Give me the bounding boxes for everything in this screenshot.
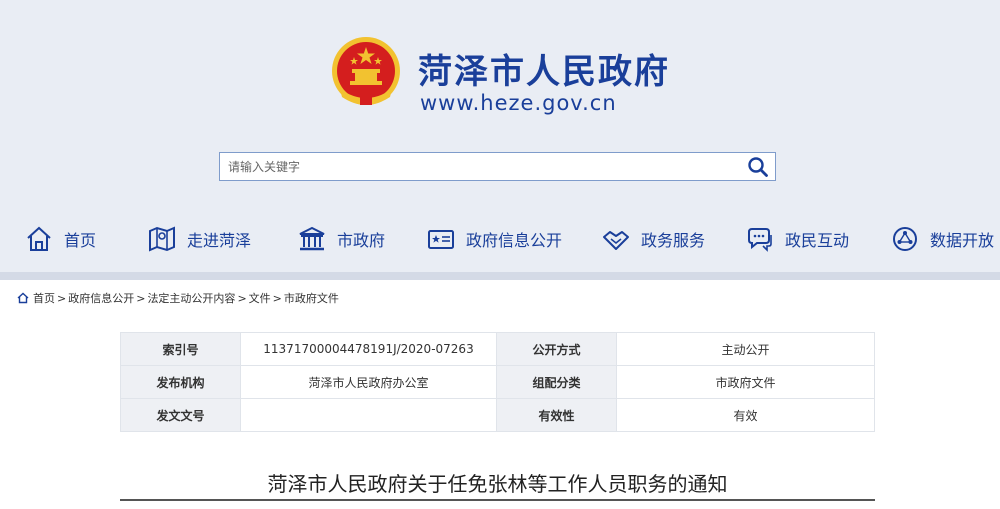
nav-item-public-interaction[interactable]: 政民互动 xyxy=(745,216,849,262)
site-url[interactable]: www.heze.gov.cn xyxy=(420,91,617,115)
meta-key: 发文文号 xyxy=(120,398,241,432)
meta-key: 公开方式 xyxy=(496,332,617,366)
national-emblem-icon xyxy=(332,37,400,105)
home-icon xyxy=(17,292,29,304)
breadcrumb-separator: > xyxy=(57,291,67,305)
nav-item-government-services[interactable]: 政务服务 xyxy=(601,216,705,262)
meta-value: 主动公开 xyxy=(616,332,875,366)
breadcrumb-separator: > xyxy=(237,291,247,305)
data-icon xyxy=(893,227,917,251)
meta-key: 组配分类 xyxy=(496,365,617,399)
nav-label: 政府信息公开 xyxy=(466,231,563,250)
nav-item-city-government[interactable]: 市政府 xyxy=(297,216,385,262)
breadcrumb: 首页 > 政府信息公开 > 法定主动公开内容 > 文件 > 市政府文件 xyxy=(17,290,339,306)
search-box xyxy=(219,152,776,181)
home-icon xyxy=(27,226,51,251)
map-icon xyxy=(149,226,175,252)
nav-label: 政民互动 xyxy=(785,231,850,250)
breadcrumb-statutory-content[interactable]: 法定主动公开内容 xyxy=(147,290,235,306)
meta-key: 发布机构 xyxy=(120,365,241,399)
nav-item-open-data[interactable]: 数据开放 xyxy=(890,216,994,262)
table-row: 发布机构 菏泽市人民政府办公室 组配分类 市政府文件 xyxy=(120,365,875,399)
table-row: 发文文号 有效性 有效 xyxy=(120,398,875,432)
meta-value: 11371700004478191J/2020-07263 xyxy=(240,332,497,366)
site-header: 菏泽市人民政府 www.heze.gov.cn 首页 走进菏泽 xyxy=(0,0,1000,280)
header-divider xyxy=(0,272,1000,280)
site-title[interactable]: 菏泽市人民政府 xyxy=(418,44,670,93)
breadcrumb-separator: > xyxy=(272,291,282,305)
meta-value xyxy=(240,398,497,432)
breadcrumb-city-gov-documents[interactable]: 市政府文件 xyxy=(284,290,339,306)
search-icon[interactable] xyxy=(747,156,769,178)
nav-item-about-heze[interactable]: 走进菏泽 xyxy=(147,216,251,262)
breadcrumb-documents[interactable]: 文件 xyxy=(249,290,271,306)
nav-label: 市政府 xyxy=(337,231,386,250)
meta-value: 有效 xyxy=(616,398,875,432)
handshake-icon xyxy=(603,231,629,250)
nav-label: 走进菏泽 xyxy=(187,231,252,250)
table-row: 索引号 11371700004478191J/2020-07263 公开方式 主… xyxy=(120,332,875,366)
nav-item-home[interactable]: 首页 xyxy=(24,216,96,262)
nav-label: 首页 xyxy=(64,231,97,250)
breadcrumb-info-disclosure[interactable]: 政府信息公开 xyxy=(68,290,134,306)
title-divider xyxy=(120,499,875,501)
document-title: 菏泽市人民政府关于任免张林等工作人员职务的通知 xyxy=(267,472,728,496)
meta-key: 有效性 xyxy=(496,398,617,432)
government-building-icon xyxy=(299,226,325,251)
nav-label: 数据开放 xyxy=(930,231,995,250)
main-nav: 首页 走进菏泽 市政府 政府信息公开 政务服务 政民互动 数据开放 xyxy=(0,216,1000,262)
info-public-icon xyxy=(428,230,454,249)
meta-key: 索引号 xyxy=(120,332,241,366)
chat-icon xyxy=(748,228,772,252)
breadcrumb-separator: > xyxy=(136,291,146,305)
search-input[interactable] xyxy=(220,153,740,180)
document-metadata-table: 索引号 11371700004478191J/2020-07263 公开方式 主… xyxy=(120,332,875,432)
nav-item-info-disclosure[interactable]: 政府信息公开 xyxy=(426,216,562,262)
nav-label: 政务服务 xyxy=(641,231,706,250)
breadcrumb-home[interactable]: 首页 xyxy=(33,290,55,306)
meta-value: 菏泽市人民政府办公室 xyxy=(240,365,497,399)
meta-value: 市政府文件 xyxy=(616,365,875,399)
